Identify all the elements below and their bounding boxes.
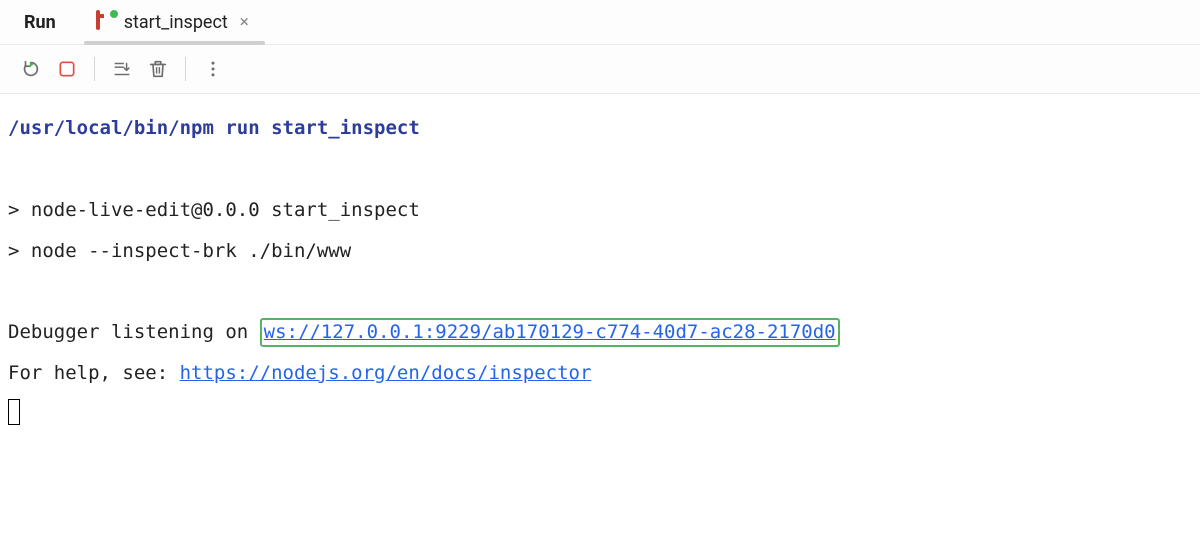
- run-config-tab[interactable]: start_inspect ×: [84, 0, 265, 44]
- debugger-line: Debugger listening on ws://127.0.0.1:922…: [8, 321, 840, 343]
- debugger-prefix: Debugger listening on: [8, 321, 260, 343]
- output-line: > node-live-edit@0.0.0 start_inspect: [8, 199, 420, 221]
- soft-wrap-button[interactable]: [107, 54, 137, 84]
- scroll-to-end-icon: [111, 58, 133, 80]
- help-url-link[interactable]: https://nodejs.org/en/docs/inspector: [180, 362, 592, 384]
- stop-button[interactable]: [52, 54, 82, 84]
- console-output[interactable]: /usr/local/bin/npm run start_inspect > n…: [0, 94, 1200, 449]
- npm-run-config-icon: [96, 12, 116, 32]
- console-cursor: [8, 399, 20, 425]
- ws-url-highlight: ws://127.0.0.1:9229/ab170129-c774-40d7-a…: [260, 318, 840, 347]
- toolbar: [0, 45, 1200, 94]
- output-line: > node --inspect-brk ./bin/www: [8, 240, 351, 262]
- toolbar-divider: [94, 57, 95, 81]
- command-line: /usr/local/bin/npm run start_inspect: [8, 117, 420, 139]
- toolbar-divider: [185, 57, 186, 81]
- more-actions-button[interactable]: [198, 54, 228, 84]
- run-tool-label[interactable]: Run: [10, 0, 70, 44]
- tab-row: Run start_inspect ×: [0, 0, 1200, 45]
- tab-title: start_inspect: [124, 12, 228, 33]
- rerun-button[interactable]: [16, 54, 46, 84]
- close-icon[interactable]: ×: [236, 14, 253, 31]
- clear-all-button[interactable]: [143, 54, 173, 84]
- stop-icon: [57, 59, 77, 79]
- help-line: For help, see: https://nodejs.org/en/doc…: [8, 362, 591, 384]
- trash-icon: [147, 58, 169, 80]
- rerun-icon: [20, 58, 42, 80]
- ws-url-link[interactable]: ws://127.0.0.1:9229/ab170129-c774-40d7-a…: [264, 321, 836, 343]
- help-prefix: For help, see:: [8, 362, 180, 384]
- kebab-icon: [203, 59, 223, 79]
